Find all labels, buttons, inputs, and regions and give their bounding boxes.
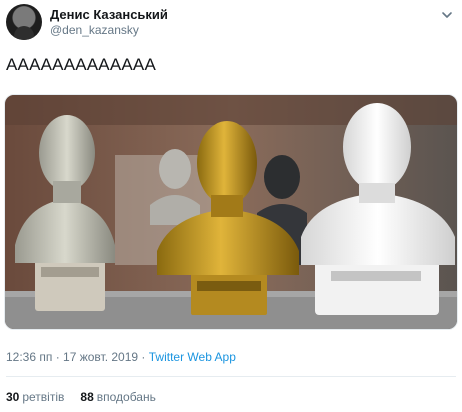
retweets-stat[interactable]: 30 ретвітів <box>6 390 64 404</box>
author-handle[interactable]: @den_kazansky <box>50 23 139 37</box>
tweet-time[interactable]: 12:36 пп <box>6 350 52 364</box>
retweets-label: ретвітів <box>22 390 65 404</box>
tweet-date[interactable]: 17 жовт. 2019 <box>63 350 138 364</box>
tweet-meta: 12:36 пп · 17 жовт. 2019 · Twitter Web A… <box>6 350 236 364</box>
likes-count: 88 <box>80 390 94 404</box>
tweet-source-link[interactable]: Twitter Web App <box>149 350 236 364</box>
photo-busts-image <box>5 95 457 329</box>
tweet-header: Денис Казанський @den_kazansky <box>6 4 456 44</box>
likes-stat[interactable]: 88 вподобань <box>80 390 155 404</box>
avatar[interactable] <box>6 4 42 40</box>
likes-label: вподобань <box>96 390 156 404</box>
chevron-down-icon[interactable] <box>440 8 454 22</box>
author-name[interactable]: Денис Казанський <box>50 7 168 22</box>
tweet-text: ААААААААААААА <box>6 55 157 74</box>
retweets-count: 30 <box>6 390 20 404</box>
tweet-photo[interactable] <box>4 94 458 330</box>
tweet-stats: 30 ретвітів 88 вподобань <box>6 390 156 404</box>
meta-separator: · <box>52 350 64 364</box>
divider <box>6 376 456 377</box>
meta-separator-2: · <box>138 350 149 364</box>
